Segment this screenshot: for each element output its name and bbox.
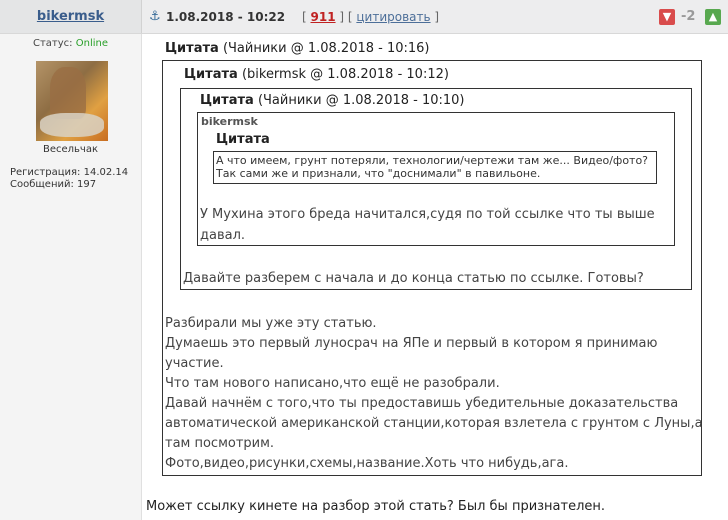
quote-4-author: bikermsk [201,115,258,128]
user-rank: Весельчак [42,144,99,155]
post-score: -2 [681,9,696,24]
user-stats: Регистрация: 14.02.14 Сообщений: 197 [10,167,128,191]
anchor-icon[interactable]: ⚓ [149,9,161,24]
registration-date: Регистрация: 14.02.14 [10,167,129,178]
quote-1-line: Что там нового написано,что ещё не разоб… [165,376,500,391]
thumbs-up-icon[interactable]: ▲ [705,9,721,25]
quote-3-text: давал. [200,228,246,243]
quote-1-line: Думаешь это первый луносрач на ЯПе и пер… [165,336,658,351]
post-number-link[interactable]: 911 [311,10,336,24]
post-meta: [ 911 ] [ цитировать ] [302,10,440,24]
post-author-cell: bikermsk [0,0,142,33]
author-name-link[interactable]: bikermsk [0,9,141,24]
quote-2-text: Давайте разберем с начала и до конца ста… [183,271,644,286]
quote-3-header: Цитата (Чайники @ 1.08.2018 - 10:10) [200,93,465,108]
quote-1-line: там посмотрим. [165,436,275,451]
quote-link[interactable]: цитировать [356,10,430,24]
thumbs-down-icon[interactable]: ▼ [659,9,675,25]
online-status: Online [75,38,108,49]
user-sidebar: Статус: Online Весельчак Регистрация: 14… [0,34,142,520]
quote-1-line: Давай начнём с того,что ты предоставишь … [165,396,679,411]
post-date: 1.08.2018 - 10:22 [166,10,286,24]
quote-4-header: Цитата [216,132,270,147]
quote-1-line: автоматической американской станции,кото… [165,416,703,431]
quote-4-line: А что имеем, грунт потеряли, технологии/… [216,154,649,167]
avatar[interactable] [36,61,108,141]
quote-1-line: Фото,видео,рисунки,схемы,название.Хоть ч… [165,456,569,471]
quote-2-header: Цитата (bikermsk @ 1.08.2018 - 10:12) [184,67,449,82]
user-status: Статус: Online [33,38,108,49]
quote-1-header: Цитата (Чайники @ 1.08.2018 - 10:16) [165,41,430,56]
quote-1-line: Разбирали мы уже эту статью. [165,316,377,331]
message-count: Сообщений: 197 [10,179,97,190]
quote-3-text: У Мухина этого бреда начитался,судя по т… [200,207,655,222]
quote-1-line: участие. [165,356,224,371]
quote-4-line: Так сами же и признали, что "доснимали" … [216,167,541,180]
post-reply-text: Может ссылку кинете на разбор этой стать… [146,499,606,514]
